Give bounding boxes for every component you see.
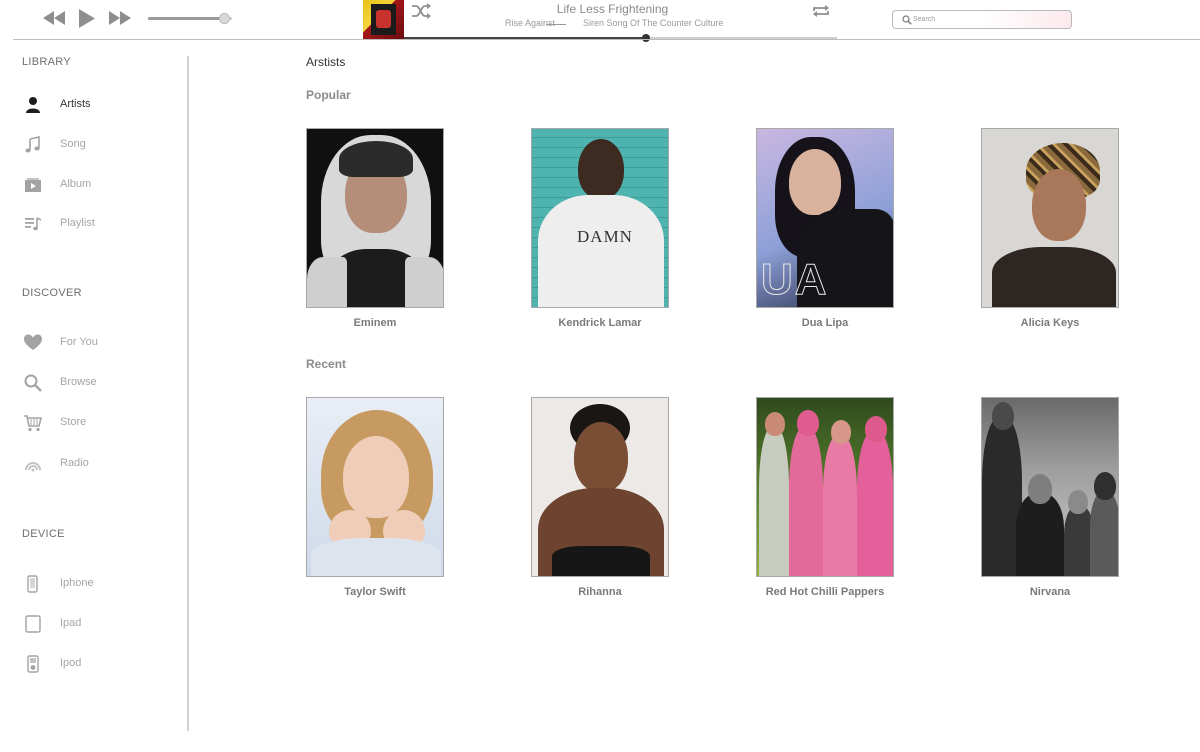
section-title-device: DEVICE <box>22 528 65 540</box>
artist-name: Nirvana <box>1029 586 1071 598</box>
sidebar-item-label: Store <box>60 416 87 428</box>
repeat-button[interactable] <box>811 3 831 24</box>
fast-forward-icon <box>109 11 131 25</box>
artist-name: Red Hot Chilli Pappers <box>765 586 885 598</box>
heart-icon <box>24 334 42 350</box>
album-art-figure <box>371 4 396 35</box>
sidebar-item-label: Browse <box>60 376 97 388</box>
artist-card-taylor-swift[interactable]: Taylor Swift <box>306 397 444 598</box>
album-art[interactable] <box>363 0 404 39</box>
sidebar-item-label: Album <box>60 178 92 190</box>
sidebar-item-album[interactable]: Album <box>24 174 174 196</box>
fast-forward-button[interactable] <box>109 11 131 25</box>
sidebar-item-label: Radio <box>60 457 89 469</box>
phone-icon <box>27 575 38 593</box>
artist-photo <box>306 397 444 577</box>
sidebar-item-iphone[interactable]: Iphone <box>24 573 174 595</box>
artist-photo <box>981 128 1119 308</box>
artist-card-alicia-keys[interactable]: Alicia Keys <box>981 128 1119 329</box>
artist-name: Taylor Swift <box>344 586 406 598</box>
artist-photo: UA LIP <box>756 128 894 308</box>
cart-icon <box>24 415 42 432</box>
sidebar-item-ipod[interactable]: Ipod <box>24 653 174 675</box>
album-icon <box>25 178 41 192</box>
artist-name: Eminem <box>353 317 397 329</box>
artist-card-rihanna[interactable]: Rihanna <box>531 397 669 598</box>
page-title: Arstists <box>306 55 346 69</box>
poster-lettering: UA LIP <box>761 255 834 308</box>
artist-photo <box>306 128 444 308</box>
sidebar-item-browse[interactable]: Browse <box>24 372 174 394</box>
track-song[interactable]: Siren Song Of The Counter Culture <box>583 18 723 28</box>
sidebar-item-playlist[interactable]: Playlist <box>24 213 174 235</box>
track-progress-knob[interactable] <box>642 34 651 42</box>
sidebar-item-label: For You <box>60 336 98 348</box>
sidebar-item-label: Artists <box>60 98 91 110</box>
sidebar-item-radio[interactable]: Radio <box>24 453 174 475</box>
artist-card-dua-lipa[interactable]: UA LIP Dua Lipa <box>756 128 894 329</box>
radio-icon <box>25 462 41 472</box>
artist-photo <box>531 397 669 577</box>
track-separator <box>546 24 566 25</box>
artist-card-kendrick-lamar[interactable]: DAMN Kendrick Lamar <box>531 128 669 329</box>
section-title-recent: Recent <box>306 357 347 371</box>
artist-name: Dua Lipa <box>801 317 849 329</box>
search-input[interactable] <box>913 13 1063 26</box>
track-title: Life Less Frightening <box>556 2 669 16</box>
sidebar-item-label: Song <box>60 138 86 150</box>
playlist-icon <box>25 217 42 231</box>
search-icon <box>24 374 42 392</box>
artist-photo: DAMN <box>531 128 669 308</box>
volume-slider[interactable] <box>148 13 232 24</box>
artist-card-red-hot-chilli-pappers[interactable]: Red Hot Chilli Pappers <box>756 397 894 598</box>
section-title-popular: Popular <box>306 88 351 102</box>
sidebar-item-label: Iphone <box>60 577 94 589</box>
volume-knob[interactable] <box>218 13 230 24</box>
artist-photo <box>981 397 1119 577</box>
ipod-icon <box>27 655 39 673</box>
sidebar-item-label: Playlist <box>60 217 95 229</box>
rewind-icon <box>43 11 65 25</box>
play-button[interactable] <box>79 9 95 28</box>
artist-card-nirvana[interactable]: Nirvana <box>981 397 1119 598</box>
person-icon <box>26 97 40 113</box>
artist-name: Kendrick Lamar <box>558 317 642 329</box>
player-bar: Life Less Frightening Rise Against Siren… <box>0 0 1200 42</box>
track-artist[interactable]: Rise Against <box>505 18 555 28</box>
search-icon <box>902 15 912 25</box>
search-box[interactable] <box>892 10 1072 29</box>
music-note-icon <box>25 136 40 153</box>
volume-fill <box>148 17 224 20</box>
artist-name: Rihanna <box>578 586 622 598</box>
tablet-icon <box>25 615 41 633</box>
sidebar-item-store[interactable]: Store <box>24 412 174 434</box>
sidebar-item-ipad[interactable]: Ipad <box>24 613 174 635</box>
sidebar-divider <box>187 56 189 731</box>
sidebar-item-song[interactable]: Song <box>24 134 174 156</box>
play-icon <box>79 9 95 28</box>
section-title-library: LIBRARY <box>22 56 71 68</box>
sidebar-item-for-you[interactable]: For You <box>24 332 174 354</box>
shirt-print: DAMN <box>577 227 633 246</box>
topbar-divider <box>13 39 1200 40</box>
repeat-icon <box>813 5 829 17</box>
sidebar-item-label: Ipod <box>60 657 82 669</box>
sidebar-item-label: Ipad <box>60 617 82 629</box>
artist-photo <box>756 397 894 577</box>
section-title-discover: DISCOVER <box>22 287 82 299</box>
sidebar-item-artists[interactable]: Artists <box>24 94 174 116</box>
artist-card-eminem[interactable]: Eminem <box>306 128 444 329</box>
artist-name: Alicia Keys <box>1020 317 1080 329</box>
rewind-button[interactable] <box>43 11 65 25</box>
